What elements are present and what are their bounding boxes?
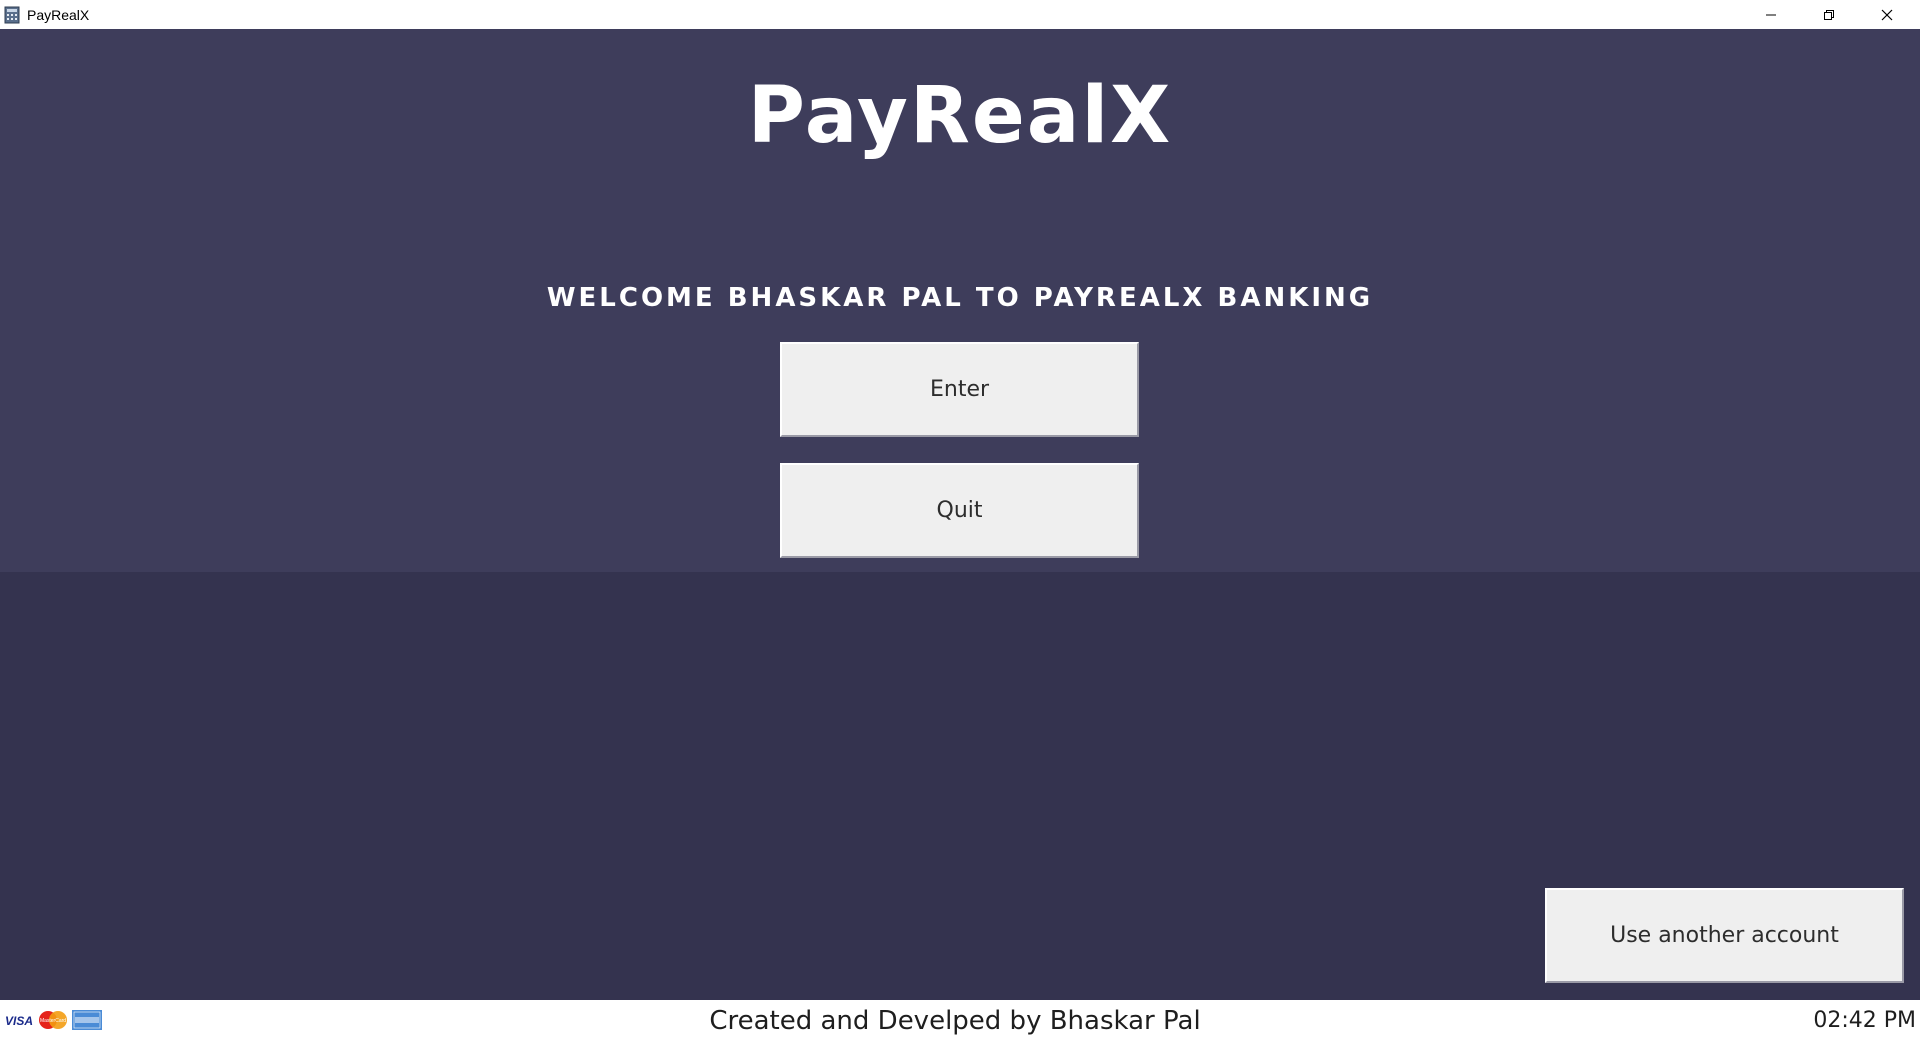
clock: 02:42 PM (1813, 1008, 1916, 1033)
minimize-button[interactable] (1742, 0, 1800, 29)
footer-credit: Created and Develped by Bhaskar Pal (709, 1006, 1201, 1036)
close-button[interactable] (1858, 0, 1916, 29)
quit-button[interactable]: Quit (780, 463, 1139, 558)
window-title: PayRealX (27, 6, 90, 23)
status-bar: VISA MasterCard Created and Develped by … (0, 1000, 1920, 1040)
calculator-icon (4, 6, 20, 23)
minimize-icon (1766, 14, 1776, 15)
app-window: PayRealX PayRealX WELCOME BHASKAR PAL TO… (0, 0, 1920, 1040)
app-logo: PayRealX (747, 71, 1173, 161)
close-icon (1881, 9, 1893, 20)
welcome-panel: PayRealX WELCOME BHASKAR PAL TO PAYREALX… (0, 29, 1920, 572)
restore-icon (1824, 9, 1834, 20)
restore-button[interactable] (1800, 0, 1858, 29)
enter-button[interactable]: Enter (780, 342, 1139, 437)
use-another-account-button[interactable]: Use another account (1545, 888, 1904, 983)
bottom-panel: Use another account (0, 572, 1920, 1000)
welcome-message: WELCOME BHASKAR PAL TO PAYREALX BANKING (546, 283, 1374, 313)
title-bar[interactable]: PayRealX (0, 0, 1920, 29)
